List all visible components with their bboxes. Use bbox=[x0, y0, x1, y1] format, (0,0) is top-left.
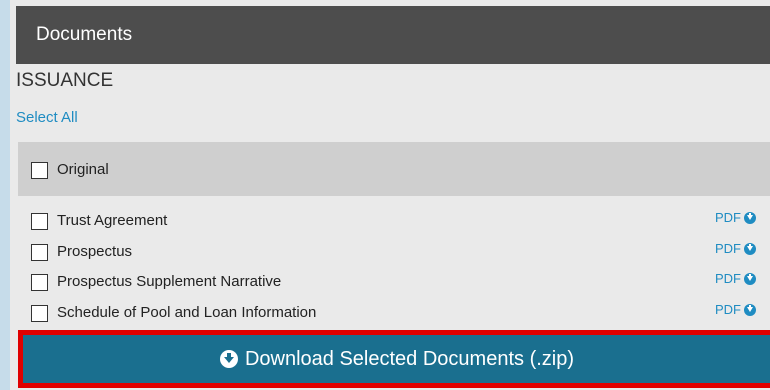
document-row: Schedule of Pool and Loan Information PD… bbox=[18, 301, 770, 325]
document-checkbox[interactable] bbox=[31, 244, 48, 261]
pdf-label: PDF bbox=[715, 271, 741, 286]
download-button-label: Download Selected Documents (.zip) bbox=[244, 347, 575, 370]
group-row-original: Original bbox=[18, 142, 770, 196]
documents-panel: Documents ISSUANCE Select All Original T… bbox=[10, 0, 770, 390]
document-row: Trust Agreement PDF bbox=[18, 209, 770, 233]
pdf-download-link[interactable]: PDF bbox=[715, 210, 756, 225]
select-all-link[interactable]: Select All bbox=[16, 109, 78, 126]
document-label: Prospectus bbox=[57, 243, 133, 260]
pdf-download-link[interactable]: PDF bbox=[715, 271, 756, 286]
document-checkbox[interactable] bbox=[31, 305, 48, 322]
pdf-download-link[interactable]: PDF bbox=[715, 241, 756, 256]
section-title: ISSUANCE bbox=[16, 70, 114, 91]
document-checkbox[interactable] bbox=[31, 274, 48, 291]
pdf-label: PDF bbox=[715, 210, 741, 225]
original-checkbox[interactable] bbox=[31, 162, 48, 179]
download-selected-button[interactable]: Download Selected Documents (.zip) bbox=[23, 335, 770, 383]
download-button-highlight: Download Selected Documents (.zip) bbox=[18, 330, 770, 388]
document-row: Prospectus Supplement Narrative PDF bbox=[18, 270, 770, 294]
download-icon bbox=[744, 211, 756, 224]
download-circle-icon bbox=[219, 350, 238, 368]
document-label: Schedule of Pool and Loan Information bbox=[57, 304, 317, 321]
document-label: Trust Agreement bbox=[57, 212, 168, 229]
pdf-label: PDF bbox=[715, 302, 741, 317]
panel-header: Documents bbox=[16, 6, 770, 64]
download-icon bbox=[744, 303, 756, 316]
document-checkbox[interactable] bbox=[31, 213, 48, 230]
group-label: Original bbox=[57, 161, 109, 178]
download-icon bbox=[744, 242, 756, 255]
pdf-label: PDF bbox=[715, 241, 741, 256]
pdf-download-link[interactable]: PDF bbox=[715, 302, 756, 317]
document-label: Prospectus Supplement Narrative bbox=[57, 273, 282, 290]
document-row: Prospectus PDF bbox=[18, 240, 770, 264]
download-icon bbox=[744, 272, 756, 285]
